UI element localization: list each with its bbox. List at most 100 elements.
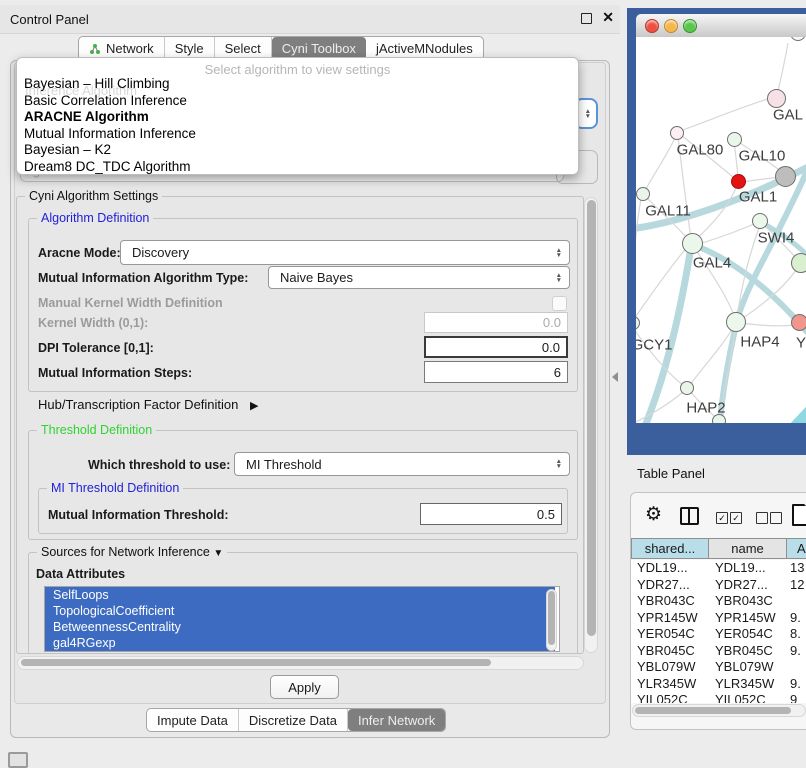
control-panel-title: Control Panel (10, 12, 89, 27)
table-horizontal-scrollbar-thumb[interactable] (635, 707, 791, 714)
manual-kernel-checkbox[interactable] (552, 296, 567, 311)
kernel-width-input[interactable]: 0.0 (424, 312, 568, 333)
node-gal80-label: GAL80 (677, 142, 724, 159)
table-cell: 9. (787, 610, 806, 627)
table-row[interactable]: YBL079WYBL079W (631, 659, 806, 676)
table-row[interactable]: YBR045CYBR045C9. (631, 643, 806, 660)
stepper-icon: ▲▼ (556, 273, 562, 283)
node-swi4-label: SWI4 (758, 230, 795, 247)
which-threshold-combobox[interactable]: MI Threshold ▲▼ (234, 452, 570, 476)
data-attribute-item[interactable]: TopologicalCoefficient (45, 603, 555, 619)
table-cell: YER054C (631, 626, 709, 643)
dpi-tolerance-input[interactable]: 0.0 (424, 336, 568, 358)
node-gal4-label: GAL4 (693, 255, 731, 272)
mac-close-button[interactable] (645, 19, 659, 33)
data-attributes-list[interactable]: SelfLoopsTopologicalCoefficientBetweenne… (44, 586, 560, 652)
node-gray[interactable] (775, 166, 796, 187)
table-row[interactable]: YER054CYER054C8. (631, 626, 806, 643)
settings-vertical-scrollbar-thumb[interactable] (587, 200, 596, 636)
node-gal11[interactable] (636, 187, 650, 201)
table-cell (787, 593, 806, 610)
data-attribute-item[interactable]: gal4RGexp (45, 635, 555, 651)
node-swi4[interactable] (752, 213, 768, 229)
mi-type-label: Mutual Information Algorithm Type: (38, 271, 248, 285)
column-header-label: name (731, 541, 764, 556)
tab-cyni-toolbox-label: Cyni Toolbox (282, 41, 356, 56)
sources-title-wrap[interactable]: Sources for Network Inference ▼ (37, 545, 227, 559)
node-top-edge[interactable] (790, 37, 806, 41)
deselect-all-icon[interactable] (756, 512, 768, 524)
columns-view-icon[interactable] (680, 507, 699, 525)
aracne-mode-label: Aracne Mode: (38, 246, 121, 260)
tab-jactivemnodules-label: jActiveMNodules (376, 41, 473, 56)
data-attribute-item[interactable]: SelfLoops (45, 587, 555, 603)
column-header-name[interactable]: name (709, 538, 787, 559)
node-salmon[interactable] (791, 314, 806, 331)
mi-steps-input[interactable]: 6 (424, 361, 568, 383)
node-salmon-label: Y (796, 335, 806, 352)
table-row[interactable]: YDL19...YDL19...13 (631, 560, 806, 577)
column-header-shared-name[interactable]: shared... (631, 538, 709, 559)
node-hap2[interactable] (680, 381, 694, 395)
algorithm-option[interactable]: Basic Correlation Inference (24, 93, 187, 108)
table-horizontal-scrollbar[interactable] (632, 704, 806, 717)
table-cell: 9. (787, 643, 806, 660)
settings-vertical-scrollbar[interactable] (584, 197, 598, 653)
mi-type-combobox[interactable]: Naive Bayes ▲▼ (268, 266, 570, 289)
network-window-titlebar[interactable] (636, 14, 806, 38)
select-all-icon[interactable]: ✓ (716, 512, 728, 524)
table-row[interactable]: YLR345WYLR345W9. (631, 676, 806, 693)
table-row[interactable]: YIL052CYIL052C9 (631, 692, 806, 703)
attributes-scrollbar-thumb[interactable] (548, 591, 555, 645)
threshold-definition-title: Threshold Definition (37, 423, 156, 437)
settings-horizontal-scrollbar-thumb[interactable] (21, 659, 491, 666)
mi-threshold-label: Mutual Information Threshold: (48, 508, 229, 522)
table-row[interactable]: YBR043CYBR043C (631, 593, 806, 610)
algorithm-option[interactable]: Bayesian – Hill Climbing (24, 76, 170, 91)
tab-discretize-data[interactable]: Discretize Data (239, 709, 348, 731)
node-gal80[interactable] (670, 126, 684, 140)
node-gcy1[interactable] (636, 316, 640, 330)
gear-icon[interactable]: ⚙ (645, 503, 662, 526)
float-window-icon[interactable] (581, 13, 592, 24)
node-pink-top[interactable] (767, 89, 786, 108)
algorithm-option[interactable]: Dream8 DC_TDC Algorithm (24, 159, 191, 174)
column-header-partial[interactable]: A (787, 538, 806, 559)
algorithm-option[interactable]: Mutual Information Inference (24, 126, 196, 141)
cyni-algorithm-settings-title: Cyni Algorithm Settings (25, 189, 162, 203)
node-gal4[interactable] (682, 233, 703, 254)
mi-threshold-input[interactable]: 0.5 (420, 503, 562, 525)
hub-definition-toggle[interactable]: Hub/Transcription Factor Definition ▶ (38, 397, 258, 412)
select-all-icon[interactable]: ✓ (730, 512, 742, 524)
table-row[interactable]: YDR27...YDR27...12 (631, 577, 806, 594)
settings-horizontal-scrollbar[interactable] (17, 656, 584, 670)
node-hap4[interactable] (726, 312, 746, 332)
data-attribute-item[interactable]: BetweennessCentrality (45, 619, 555, 635)
network-canvas[interactable]: GALGAL80GAL10GAL1GAL11SWI4GAL4GCY1HAP4YH… (636, 37, 806, 423)
deselect-all-icon[interactable] (770, 512, 782, 524)
close-icon[interactable]: ✕ (602, 9, 614, 26)
algorithm-option[interactable]: Bayesian – K2 (24, 142, 111, 157)
node-bottom[interactable] (712, 414, 726, 423)
manual-kernel-label: Manual Kernel Width Definition (38, 296, 223, 310)
data-attributes-label: Data Attributes (36, 567, 125, 581)
table-cell: YBL079W (709, 659, 787, 676)
aracne-mode-combobox[interactable]: Discovery ▲▼ (120, 240, 570, 265)
node-green-right[interactable] (791, 253, 806, 273)
apply-button[interactable]: Apply (270, 675, 339, 699)
table-row[interactable]: YPR145WYPR145W9. (631, 610, 806, 627)
mi-threshold-value: 0.5 (537, 507, 555, 522)
file-icon[interactable] (792, 504, 806, 526)
splitter-handle-icon[interactable] (612, 372, 618, 382)
collapsed-panel-icon[interactable] (8, 752, 28, 768)
node-gal1-label: GAL1 (739, 189, 777, 206)
algorithm-option[interactable]: ARACNE Algorithm (24, 109, 149, 124)
tab-infer-network[interactable]: Infer Network (348, 709, 445, 731)
mac-zoom-button[interactable] (683, 19, 697, 33)
mac-minimize-button[interactable] (664, 19, 678, 33)
node-gal10[interactable] (727, 132, 742, 147)
attributes-scrollbar[interactable] (546, 589, 557, 651)
tab-impute-data[interactable]: Impute Data (147, 709, 239, 731)
node-gal1[interactable] (731, 174, 746, 189)
table-cell: 9 (787, 692, 806, 703)
